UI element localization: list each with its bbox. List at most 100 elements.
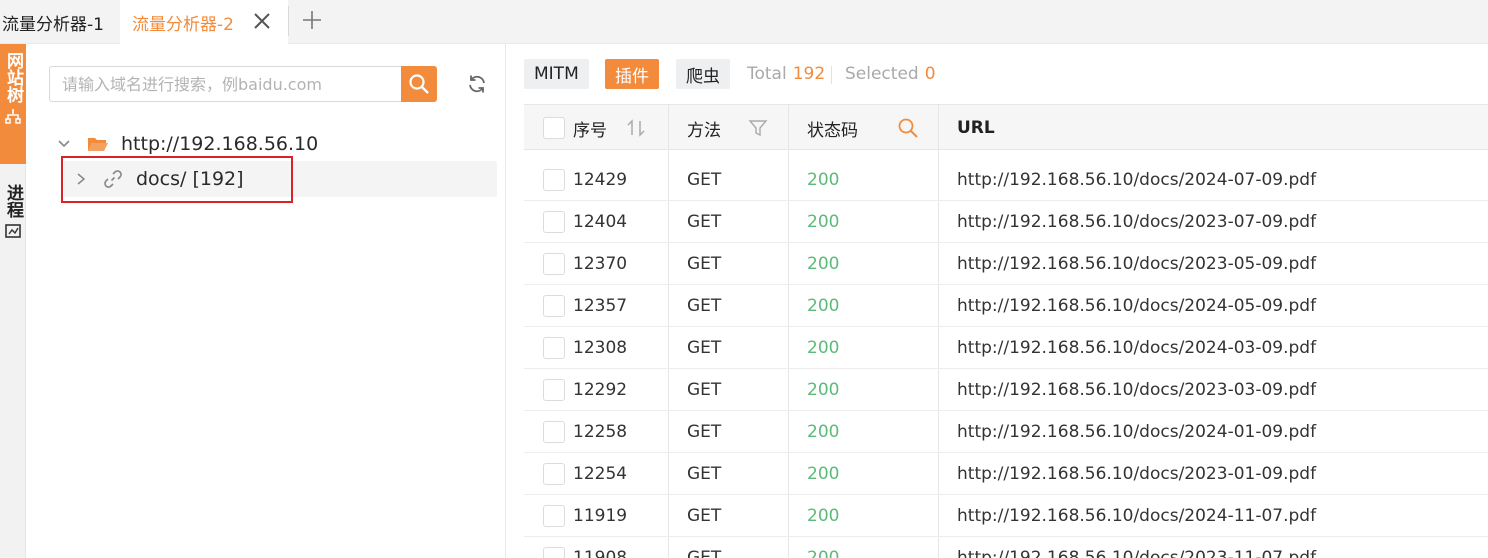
side-tab-label: 进程 [3, 184, 23, 218]
cell-url: http://192.168.56.10/docs/2023-11-07.pdf [957, 548, 1317, 558]
cell-status: 200 [807, 380, 840, 400]
domain-search-field[interactable] [49, 66, 401, 102]
cell-status: 200 [807, 506, 840, 526]
column-header-status[interactable]: 状态码 [807, 105, 858, 151]
cell-method: GET [687, 254, 722, 274]
search-button[interactable] [401, 66, 437, 102]
tab-bar: 流量分析器-1 流量分析器-2 [0, 0, 1488, 45]
checkbox[interactable] [543, 547, 565, 558]
chevron-right-icon[interactable] [74, 171, 88, 187]
row-checkbox[interactable] [543, 453, 565, 495]
process-icon [4, 222, 22, 240]
table-row[interactable]: 12429 GET 200 http://192.168.56.10/docs/202… [524, 159, 1488, 201]
tab-analyzer-1[interactable]: 流量分析器-1 [0, 0, 118, 44]
table-row[interactable]: 12404 GET 200 http://192.168.56.10/docs/202… [524, 201, 1488, 243]
cell-method: GET [687, 170, 722, 190]
total-count: Total 192 [747, 59, 825, 89]
filter-tag-crawler[interactable]: 爬虫 [676, 59, 730, 89]
add-tab-icon[interactable] [300, 8, 324, 32]
side-tab-process[interactable]: 进程 [0, 176, 26, 286]
cell-url: http://192.168.56.10/docs/2024-07-09.pdf [957, 170, 1317, 190]
table-row[interactable]: 12370 GET 200 http://192.168.56.10/docs/202… [524, 243, 1488, 285]
cell-url: http://192.168.56.10/docs/2024-01-09.pdf [957, 422, 1317, 442]
row-checkbox[interactable] [543, 285, 565, 327]
row-checkbox[interactable] [543, 243, 565, 285]
checkbox[interactable] [543, 211, 565, 233]
checkbox[interactable] [543, 337, 565, 359]
stat-divider [831, 66, 832, 84]
side-tab-sitemap[interactable]: 网站树 [0, 44, 26, 164]
tab-analyzer-2[interactable]: 流量分析器-2 [120, 0, 288, 45]
checkbox[interactable] [543, 505, 565, 527]
column-header-url[interactable]: URL [957, 105, 995, 151]
cell-method: GET [687, 296, 722, 316]
cell-id: 12357 [573, 296, 628, 316]
table-row[interactable]: 11908 GET 200 http://192.168.56.10/docs/202… [524, 537, 1488, 558]
refresh-icon[interactable] [465, 72, 489, 96]
table-row[interactable]: 11919 GET 200 http://192.168.56.10/docs/202… [524, 495, 1488, 537]
cell-id: 12429 [573, 170, 628, 190]
side-tab-strip: 网站树 进程 [0, 44, 26, 558]
row-checkbox[interactable] [543, 327, 565, 369]
domain-search-input[interactable] [50, 67, 401, 101]
search-icon[interactable] [897, 105, 919, 151]
close-icon[interactable] [250, 9, 274, 33]
row-checkbox[interactable] [543, 411, 565, 453]
cell-method: GET [687, 506, 722, 526]
cell-url: http://192.168.56.10/docs/2023-03-09.pdf [957, 380, 1317, 400]
filter-tag-mitm[interactable]: MITM [524, 59, 589, 89]
checkbox[interactable] [543, 169, 565, 191]
cell-id: 12258 [573, 422, 628, 442]
select-all-checkbox[interactable] [543, 105, 565, 151]
cell-method: GET [687, 422, 722, 442]
total-label: Total [747, 64, 787, 84]
selected-value: 0 [924, 64, 936, 84]
cell-url: http://192.168.56.10/docs/2024-11-07.pdf [957, 506, 1317, 526]
tree-node-label: http://192.168.56.10 [121, 133, 319, 155]
checkbox[interactable] [543, 117, 565, 139]
tree-node-label: docs/ [192] [136, 168, 244, 190]
folder-open-icon [87, 135, 109, 153]
checkbox[interactable] [543, 295, 565, 317]
filter-tag-plugin[interactable]: 插件 [605, 59, 659, 89]
cell-method: GET [687, 548, 722, 558]
column-header-id[interactable]: 序号 [573, 105, 607, 151]
cell-id: 12308 [573, 338, 628, 358]
row-checkbox[interactable] [543, 159, 565, 201]
checkbox[interactable] [543, 253, 565, 275]
cell-id: 11919 [573, 506, 628, 526]
chevron-down-icon[interactable] [55, 135, 73, 153]
cell-url: http://192.168.56.10/docs/2024-05-09.pdf [957, 296, 1317, 316]
cell-status: 200 [807, 254, 840, 274]
filter-icon[interactable] [747, 105, 769, 151]
tab-label: 流量分析器-1 [2, 14, 104, 35]
table-row[interactable]: 12258 GET 200 http://192.168.56.10/docs/202… [524, 411, 1488, 453]
row-checkbox[interactable] [543, 369, 565, 411]
cell-url: http://192.168.56.10/docs/2023-07-09.pdf [957, 212, 1317, 232]
cell-id: 12370 [573, 254, 628, 274]
cell-method: GET [687, 464, 722, 484]
row-checkbox[interactable] [543, 495, 565, 537]
cell-status: 200 [807, 212, 840, 232]
cell-id: 12404 [573, 212, 628, 232]
selected-count: Selected 0 [845, 59, 936, 89]
cell-url: http://192.168.56.10/docs/2024-03-09.pdf [957, 338, 1317, 358]
tree-node-root[interactable]: http://192.168.56.10 [55, 126, 318, 162]
table-row[interactable]: 12308 GET 200 http://192.168.56.10/docs/202… [524, 327, 1488, 369]
column-header-method[interactable]: 方法 [687, 105, 721, 151]
cell-method: GET [687, 380, 722, 400]
sort-icon[interactable] [625, 105, 649, 151]
table-row[interactable]: 12292 GET 200 http://192.168.56.10/docs/202… [524, 369, 1488, 411]
row-checkbox[interactable] [543, 201, 565, 243]
row-checkbox[interactable] [543, 537, 565, 558]
checkbox[interactable] [543, 463, 565, 485]
table-row[interactable]: 12254 GET 200 http://192.168.56.10/docs/202… [524, 453, 1488, 495]
cell-status: 200 [807, 464, 840, 484]
cell-status: 200 [807, 548, 840, 558]
table-row[interactable]: 12357 GET 200 http://192.168.56.10/docs/202… [524, 285, 1488, 327]
total-value: 192 [792, 64, 826, 84]
tree-node-docs[interactable]: docs/ [192] [64, 161, 497, 197]
checkbox[interactable] [543, 379, 565, 401]
cell-method: GET [687, 338, 722, 358]
checkbox[interactable] [543, 421, 565, 443]
